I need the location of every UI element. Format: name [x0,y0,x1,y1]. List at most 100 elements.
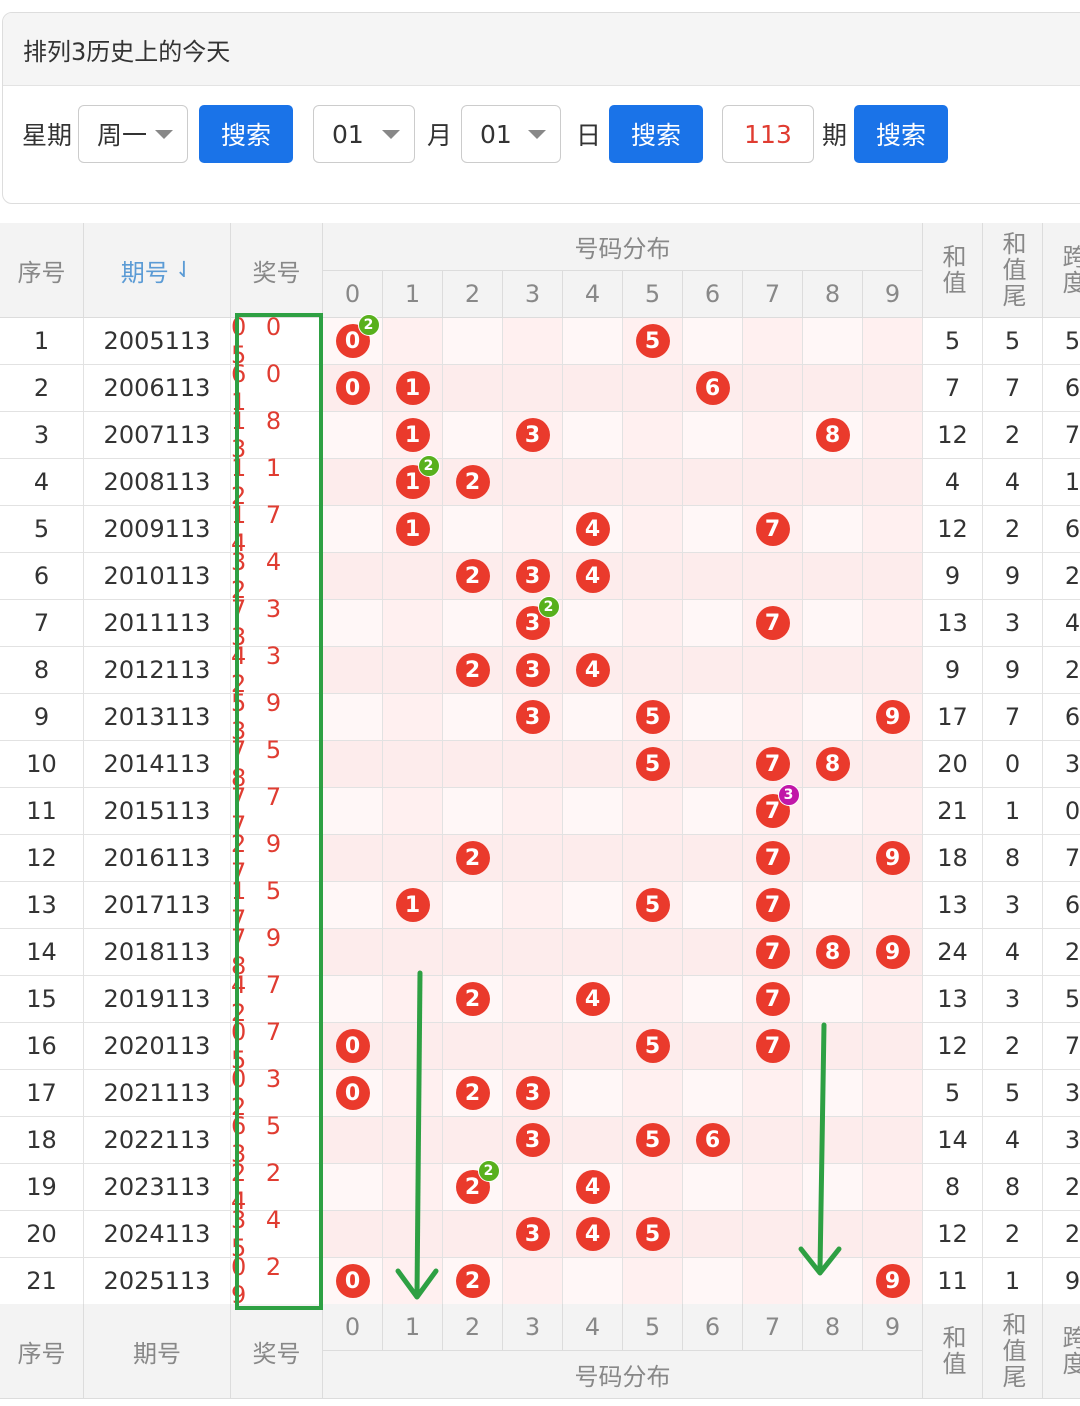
header-award: 奖号 [231,223,323,318]
number-ball: 2 [455,653,490,687]
digit-cell [743,459,803,506]
digit-cell [383,976,443,1023]
digit-cell [863,1117,923,1164]
digit-cell [383,318,443,365]
week-search-button[interactable]: 搜索 [199,105,293,163]
digit-cell [683,1211,743,1258]
number-ball: 1 [395,371,430,405]
table-row: 7 2011113 7 3 3 3 2 7 13 3 4 [0,595,1080,651]
digit-cell [803,976,863,1023]
digit-cell [383,647,443,694]
digit-cell: 4 [563,553,623,600]
digit-cell: 5 [623,1211,683,1258]
number-ball: 3 [515,1123,550,1157]
row-issue: 2020113 [84,1023,231,1070]
digit-cell [503,835,563,882]
issue-search-button[interactable]: 搜索 [854,105,948,163]
digit-cell [623,788,683,835]
number-ball: 6 [695,371,730,405]
digit-cell: 2 [443,1258,503,1305]
digit-header: 6 [683,271,743,318]
row-sum: 13 [923,976,983,1023]
digit-header: 4 [563,271,623,318]
row-award: 2 2 4 [231,1159,323,1215]
digit-cell: 9 [863,694,923,741]
digit-cell [623,412,683,459]
digit-cell: 7 [743,741,803,788]
row-award: 3 4 5 [231,1206,323,1262]
digit-cell [863,459,923,506]
digit-cell: 7 [743,835,803,882]
digit-cell [563,318,623,365]
digit-cell [443,882,503,929]
digit-cell: 73 [743,784,803,835]
digit-cell [323,647,383,694]
digit-cell: 22 [443,1160,503,1211]
digit-header: 1 [383,1304,443,1351]
digit-cell [323,553,383,600]
row-sum-tail: 8 [983,835,1043,882]
digit-header: 5 [623,271,683,318]
digit-cell [743,1070,803,1117]
digit-cell [503,741,563,788]
day-select[interactable]: 01 [461,105,561,163]
header-issue-sortable[interactable]: 期号 ⇃ [84,223,231,318]
row-award: 0 0 5 [231,313,323,369]
digit-cell [563,835,623,882]
row-index: 4 [0,459,84,506]
digit-cell [563,882,623,929]
month-label: 月 [427,121,453,150]
digit-cell [683,647,743,694]
row-span: 9 [1043,1258,1080,1305]
row-span: 5 [1043,318,1080,365]
row-index: 5 [0,506,84,553]
digit-cell [503,459,563,506]
table-row: 16 2020113 0 7 5 0 5 7 12 2 7 [0,1018,1080,1074]
row-sum-tail: 9 [983,647,1043,694]
row-sum: 24 [923,929,983,976]
number-ball: 3 [515,559,550,593]
digit-cell [623,553,683,600]
row-span: 6 [1043,694,1080,741]
digit-cell: 5 [623,882,683,929]
digit-cell [443,1211,503,1258]
row-award: 6 0 1 [231,360,323,416]
digit-cell [443,600,503,647]
digit-cell [623,1070,683,1117]
digit-cell [323,788,383,835]
digit-cell: 02 [323,314,383,365]
digit-header: 9 [863,1304,923,1351]
number-ball: 3 [515,700,550,734]
number-ball: 3 [515,1217,550,1251]
digit-header: 8 [803,271,863,318]
row-sum-tail: 2 [983,506,1043,553]
number-ball: 22 [455,1160,500,1204]
row-index: 15 [0,976,84,1023]
digit-cell [503,882,563,929]
digit-cell: 0 [323,1070,383,1117]
table-row: 13 2017113 1 5 7 1 5 7 13 3 6 [0,877,1080,933]
number-ball: 0 [335,1029,370,1063]
row-index: 7 [0,600,84,647]
month-select[interactable]: 01 [313,105,415,163]
row-sum: 12 [923,1023,983,1070]
week-select[interactable]: 周一 [78,105,188,163]
issue-input[interactable]: 113 [722,105,814,163]
digit-cell [383,1211,443,1258]
digit-cell: 8 [803,741,863,788]
number-ball: 8 [815,747,850,781]
digit-cell [863,318,923,365]
digit-cell: 1 [383,412,443,459]
digit-cell [803,1023,863,1070]
row-sum-tail: 2 [983,1023,1043,1070]
row-issue: 2015113 [84,788,231,835]
number-ball: 5 [635,888,670,922]
row-award: 7 5 8 [231,736,323,792]
footer-index: 序号 [0,1304,84,1399]
date-search-button[interactable]: 搜索 [609,105,703,163]
digit-cell: 2 [443,1070,503,1117]
number-ball: 5 [635,700,670,734]
row-sum: 11 [923,1258,983,1305]
week-select-value: 周一 [97,121,148,150]
row-issue: 2017113 [84,882,231,929]
